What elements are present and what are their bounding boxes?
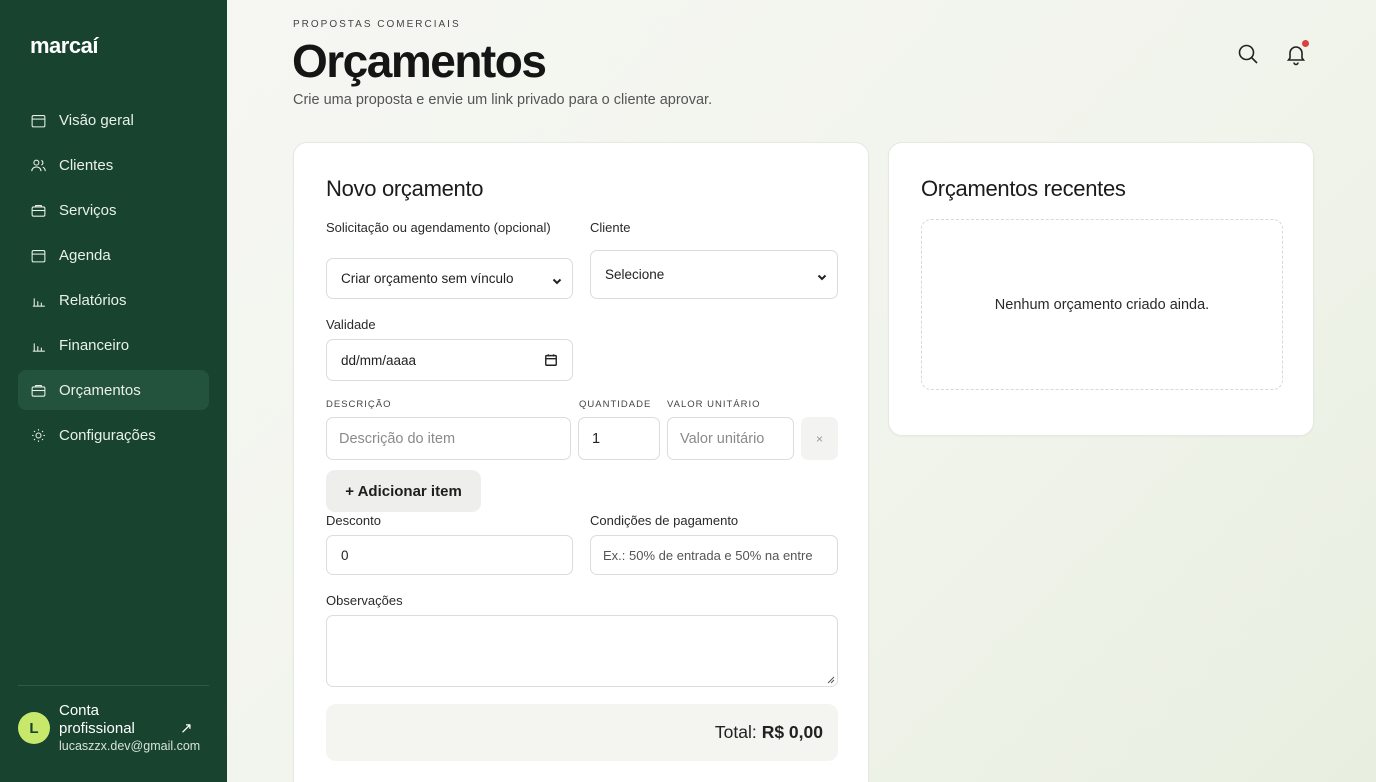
page-subtitle: Crie uma proposta e envie um link privad… [293,92,713,108]
logo[interactable]: marcaí [30,33,98,59]
sidebar-item-relatorios[interactable]: Relatórios [18,280,209,320]
notes-label: Observações [326,593,403,608]
empty-state-text: Nenhum orçamento criado ainda. [994,296,1210,313]
page-title: Orçamentos [292,35,547,87]
new-quote-card: Novo orçamento Solicitação ou agendament… [293,142,869,782]
bar-chart-icon [30,337,47,354]
recent-quotes-card: Orçamentos recentes Nenhum orçamento cri… [888,142,1314,436]
avatar: L [18,712,50,744]
sidebar-item-label: Clientes [59,156,114,174]
payment-terms-input[interactable]: Ex.: 50% de entrada e 50% na entre [590,535,838,575]
sidebar-item-servicos[interactable]: Serviços [18,190,209,230]
sidebar: marcaí Visão geral Clientes Serviços Age… [0,0,227,782]
client-label: Cliente [590,220,631,235]
chevron-down-icon [552,274,562,284]
column-header-description: DESCRIÇÃO [326,399,392,410]
add-item-button[interactable]: + Adicionar item [326,470,481,512]
calendar-icon [30,112,47,129]
validity-label: Validade [326,317,376,332]
sidebar-item-clientes[interactable]: Clientes [18,145,209,185]
sidebar-item-label: Financeiro [59,336,130,354]
notification-badge [1302,40,1309,47]
page-eyebrow: PROPOSTAS COMERCIAIS [293,19,461,30]
calendar-icon[interactable] [544,353,558,367]
briefcase-icon [30,202,47,219]
total-value: R$ 0,00 [761,722,823,742]
account-card[interactable]: L Conta profissional lucaszzx.dev@gmail.… [18,700,209,760]
calendar-icon [30,247,47,264]
sidebar-item-financeiro[interactable]: Financeiro [18,325,209,365]
validity-date-value: dd/mm/aaaa [341,352,417,368]
validity-date-input[interactable]: dd/mm/aaaa [326,339,573,381]
users-icon [30,157,47,174]
bell-icon[interactable] [1284,40,1310,68]
sun-icon [30,427,47,444]
sidebar-item-orcamentos[interactable]: Orçamentos [18,370,209,410]
external-link-icon[interactable]: ↗ [180,719,193,737]
resize-grip-icon[interactable] [827,676,835,684]
request-select-value: Criar orçamento sem vínculo [341,271,514,286]
empty-state: Nenhum orçamento criado ainda. [921,219,1283,390]
column-header-unit-value: VALOR UNITÁRIO [667,399,761,410]
sidebar-item-label: Orçamentos [59,381,141,399]
client-select[interactable]: Selecione [590,250,838,299]
sidebar-item-visao-geral[interactable]: Visão geral [18,100,209,140]
account-email: lucaszzx.dev@gmail.com [59,739,201,753]
total-summary: Total: R$ 0,00 [326,704,838,761]
briefcase-icon [30,382,47,399]
notes-textarea[interactable] [326,615,838,687]
account-name: Conta profissional [59,702,135,737]
column-header-quantity: QUANTIDADE [579,399,652,410]
total-label: Total: [714,722,757,742]
recent-quotes-title: Orçamentos recentes [921,176,1126,201]
bar-chart-icon [30,292,47,309]
item-quantity-input[interactable]: 1 [578,417,660,460]
discount-label: Desconto [326,513,381,528]
search-icon[interactable] [1236,42,1262,68]
client-select-value: Selecione [605,267,665,282]
new-quote-title: Novo orçamento [326,176,484,201]
sidebar-item-label: Configurações [59,426,156,444]
payment-label: Condições de pagamento [590,513,739,528]
sidebar-item-configuracoes[interactable]: Configurações [18,415,209,455]
sidebar-divider [18,685,209,686]
sidebar-item-agenda[interactable]: Agenda [18,235,209,275]
sidebar-nav: Visão geral Clientes Serviços Agenda Rel… [18,100,209,460]
discount-input[interactable]: 0 [326,535,573,575]
sidebar-item-label: Visão geral [59,111,134,129]
sidebar-item-label: Agenda [59,246,111,264]
chevron-down-icon [817,270,827,280]
sidebar-item-label: Serviços [59,201,117,219]
item-unit-value-input[interactable]: Valor unitário [667,417,794,460]
request-label: Solicitação ou agendamento (opcional) [326,220,551,235]
item-description-input[interactable]: Descrição do item [326,417,571,460]
sidebar-item-label: Relatórios [59,291,127,309]
request-select[interactable]: Criar orçamento sem vínculo [326,258,573,299]
remove-item-button[interactable]: × [801,417,838,460]
